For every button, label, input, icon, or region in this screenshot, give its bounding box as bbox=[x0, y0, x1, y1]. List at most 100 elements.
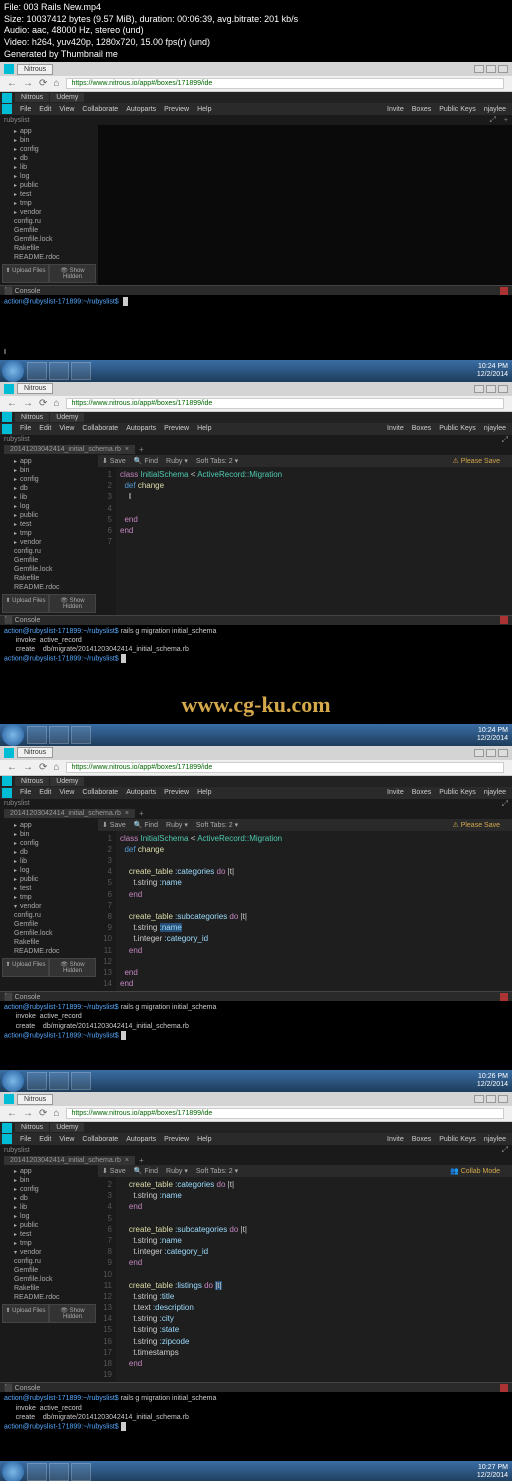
tree-vendor[interactable]: vendor bbox=[2, 1248, 96, 1257]
menu-user[interactable]: njaylee bbox=[484, 425, 506, 432]
tree-rakefile[interactable]: Rakefile bbox=[2, 244, 96, 253]
add-tab-icon[interactable]: + bbox=[504, 117, 508, 124]
minimize-button[interactable] bbox=[474, 65, 484, 73]
menu-publickeys[interactable]: Public Keys bbox=[439, 789, 476, 796]
tree-db[interactable]: db bbox=[2, 1194, 96, 1203]
menu-help[interactable]: Help bbox=[197, 789, 211, 796]
language-select[interactable]: Ruby ▾ bbox=[166, 821, 188, 829]
tree-vendor[interactable]: vendor bbox=[2, 208, 96, 217]
tabs-select[interactable]: Soft Tabs: 2 ▾ bbox=[196, 457, 238, 465]
task-app[interactable] bbox=[71, 1072, 91, 1090]
menu-edit[interactable]: Edit bbox=[39, 106, 51, 113]
back-button[interactable]: ← bbox=[7, 1108, 17, 1119]
menu-boxes[interactable]: Boxes bbox=[412, 106, 431, 113]
tree-lib[interactable]: lib bbox=[2, 163, 96, 172]
browser-tab[interactable]: Nitrous bbox=[17, 1094, 53, 1105]
tree-test[interactable]: test bbox=[2, 1230, 96, 1239]
tab-nitrous[interactable]: Nitrous bbox=[15, 413, 49, 422]
reload-button[interactable]: ⟳ bbox=[39, 762, 47, 773]
home-button[interactable]: ⌂ bbox=[53, 1108, 59, 1119]
tree-tmp[interactable]: tmp bbox=[2, 199, 96, 208]
tree-public[interactable]: public bbox=[2, 1221, 96, 1230]
tree-log[interactable]: log bbox=[2, 502, 96, 511]
menu-autoparts[interactable]: Autoparts bbox=[126, 789, 156, 796]
upload-files-button[interactable]: ⬆ Upload Files bbox=[2, 594, 49, 613]
tree-test[interactable]: test bbox=[2, 190, 96, 199]
expand-icon[interactable]: ⤢ bbox=[502, 435, 508, 445]
menu-preview[interactable]: Preview bbox=[164, 789, 189, 796]
task-explorer[interactable] bbox=[27, 362, 47, 380]
menu-preview[interactable]: Preview bbox=[164, 1136, 189, 1143]
start-button[interactable] bbox=[2, 360, 24, 382]
menu-invite[interactable]: Invite bbox=[387, 789, 404, 796]
tree-readme[interactable]: README.rdoc bbox=[2, 1293, 96, 1302]
tab-udemy[interactable]: Udemy bbox=[50, 93, 84, 102]
minimize-button[interactable] bbox=[474, 1095, 484, 1103]
tree-gemfile[interactable]: Gemfile bbox=[2, 226, 96, 235]
tree-db[interactable]: db bbox=[2, 848, 96, 857]
tree-app[interactable]: app bbox=[2, 821, 96, 830]
start-button[interactable] bbox=[2, 1070, 24, 1092]
menu-edit[interactable]: Edit bbox=[39, 425, 51, 432]
maximize-button[interactable] bbox=[486, 749, 496, 757]
expand-icon[interactable]: ⤢ bbox=[502, 799, 508, 809]
task-explorer[interactable] bbox=[27, 1072, 47, 1090]
expand-icon[interactable]: ⤢ bbox=[502, 1145, 508, 1155]
tree-public[interactable]: public bbox=[2, 875, 96, 884]
tree-lib[interactable]: lib bbox=[2, 493, 96, 502]
tree-log[interactable]: log bbox=[2, 1212, 96, 1221]
menu-view[interactable]: View bbox=[59, 789, 74, 796]
show-hidden-button[interactable]: 👁 Show Hidden bbox=[49, 1304, 96, 1323]
tree-bin[interactable]: bin bbox=[2, 830, 96, 839]
menu-boxes[interactable]: Boxes bbox=[412, 789, 431, 796]
menu-collaborate[interactable]: Collaborate bbox=[82, 789, 118, 796]
tree-config[interactable]: config bbox=[2, 475, 96, 484]
tab-nitrous[interactable]: Nitrous bbox=[15, 93, 49, 102]
menu-preview[interactable]: Preview bbox=[164, 106, 189, 113]
back-button[interactable]: ← bbox=[7, 398, 17, 409]
task-explorer[interactable] bbox=[27, 726, 47, 744]
console-label[interactable]: ⬛ Console bbox=[4, 1384, 40, 1392]
menu-collaborate[interactable]: Collaborate bbox=[82, 106, 118, 113]
back-button[interactable]: ← bbox=[7, 78, 17, 89]
menu-invite[interactable]: Invite bbox=[387, 106, 404, 113]
tree-db[interactable]: db bbox=[2, 154, 96, 163]
tree-test[interactable]: test bbox=[2, 884, 96, 893]
system-tray[interactable]: 10:24 PM12/2/2014 bbox=[473, 727, 512, 742]
reload-button[interactable]: ⟳ bbox=[39, 1108, 47, 1119]
menu-file[interactable]: File bbox=[20, 106, 31, 113]
menu-help[interactable]: Help bbox=[197, 106, 211, 113]
console-close-icon[interactable] bbox=[500, 993, 508, 1001]
code-editor[interactable]: 1234567891011121314 class InitialSchema … bbox=[98, 831, 512, 992]
expand-icon[interactable]: ⤢ bbox=[490, 115, 496, 125]
terminal[interactable]: action@rubyslist-171899:~/rubyslist$ I bbox=[0, 295, 512, 360]
save-button[interactable]: ⬇ Save bbox=[102, 821, 126, 829]
close-button[interactable] bbox=[498, 65, 508, 73]
browser-tab[interactable]: Nitrous bbox=[17, 64, 53, 75]
tree-gemfile[interactable]: Gemfile bbox=[2, 920, 96, 929]
task-chrome[interactable] bbox=[49, 362, 69, 380]
tree-app[interactable]: app bbox=[2, 1167, 96, 1176]
system-tray[interactable]: 10:24 PM12/2/2014 bbox=[473, 363, 512, 378]
terminal[interactable]: action@rubyslist-171899:~/rubyslist$ rai… bbox=[0, 1001, 512, 1058]
console-close-icon[interactable] bbox=[500, 1384, 508, 1392]
url-input[interactable]: https://www.nitrous.io/app#/boxes/171899… bbox=[66, 1108, 504, 1119]
find-button[interactable]: 🔍 Find bbox=[134, 457, 158, 465]
tree-tmp[interactable]: tmp bbox=[2, 893, 96, 902]
find-button[interactable]: 🔍 Find bbox=[134, 821, 158, 829]
tree-tmp[interactable]: tmp bbox=[2, 1239, 96, 1248]
tree-bin[interactable]: bin bbox=[2, 466, 96, 475]
editor-tab-active[interactable]: 20141203042414_initial_schema.rb × bbox=[4, 809, 135, 818]
menu-file[interactable]: File bbox=[20, 789, 31, 796]
tree-gemlock[interactable]: Gemfile.lock bbox=[2, 1275, 96, 1284]
menu-view[interactable]: View bbox=[59, 106, 74, 113]
add-tab-icon[interactable]: + bbox=[139, 1156, 144, 1165]
menu-help[interactable]: Help bbox=[197, 425, 211, 432]
console-close-icon[interactable] bbox=[500, 616, 508, 624]
tree-gemfile[interactable]: Gemfile bbox=[2, 556, 96, 565]
tree-gemfile[interactable]: Gemfile bbox=[2, 1266, 96, 1275]
tab-close-icon[interactable]: × bbox=[125, 1157, 129, 1164]
console-label[interactable]: ⬛ Console bbox=[4, 616, 40, 624]
forward-button[interactable]: → bbox=[23, 78, 33, 89]
tree-app[interactable]: app bbox=[2, 457, 96, 466]
